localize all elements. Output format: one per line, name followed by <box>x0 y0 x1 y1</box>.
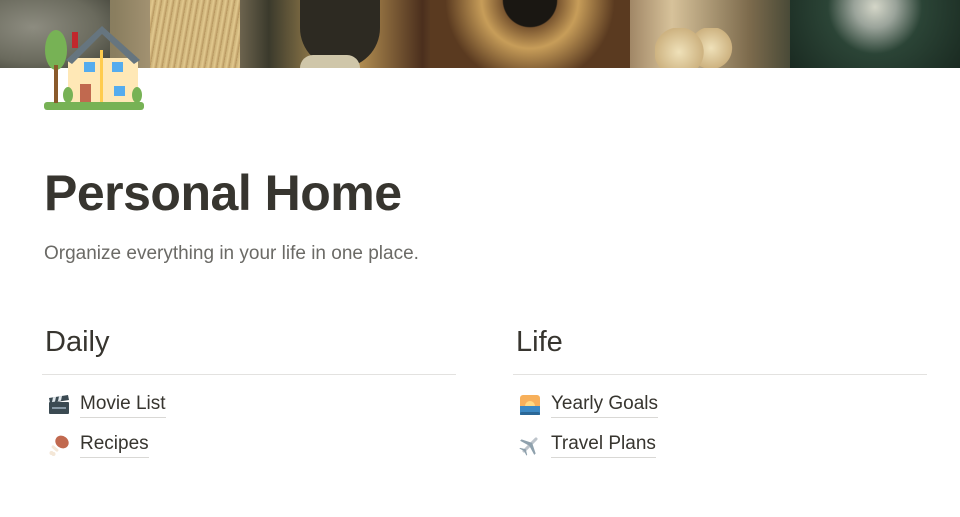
cover-image <box>0 0 960 68</box>
page-subtitle: Organize everything in your life in one … <box>44 243 419 264</box>
section-heading: Daily <box>45 326 110 358</box>
house-with-garden-icon[interactable] <box>44 20 144 112</box>
page-link-label: Recipes <box>80 432 149 458</box>
column-life: Life Yearly Goals Travel Plans <box>513 322 927 465</box>
page-title: Personal Home <box>44 165 402 221</box>
page-link-yearly-goals[interactable]: Yearly Goals <box>513 385 927 425</box>
cover-figure <box>655 28 735 68</box>
column-daily: Daily Movie List Recipes <box>42 322 456 465</box>
page-link-travel-plans[interactable]: Travel Plans <box>513 425 927 465</box>
cover-figure <box>150 0 240 68</box>
page-link-label: Travel Plans <box>551 432 656 458</box>
divider <box>42 374 456 375</box>
cover-figure <box>430 0 630 68</box>
section-heading: Life <box>516 326 563 358</box>
link-list: Movie List Recipes <box>42 385 456 465</box>
page-link-label: Yearly Goals <box>551 392 659 418</box>
poultry-leg-icon <box>46 434 72 456</box>
cover-figure <box>790 0 960 68</box>
clapper-board-icon <box>46 394 72 416</box>
page-link-recipes[interactable]: Recipes <box>42 425 456 465</box>
airplane-icon <box>517 434 543 456</box>
page-link-movie-list[interactable]: Movie List <box>42 385 456 425</box>
link-list: Yearly Goals Travel Plans <box>513 385 927 465</box>
divider <box>513 374 927 375</box>
sunrise-icon <box>517 394 543 416</box>
page-link-label: Movie List <box>80 392 166 418</box>
cover-figure <box>300 55 360 68</box>
